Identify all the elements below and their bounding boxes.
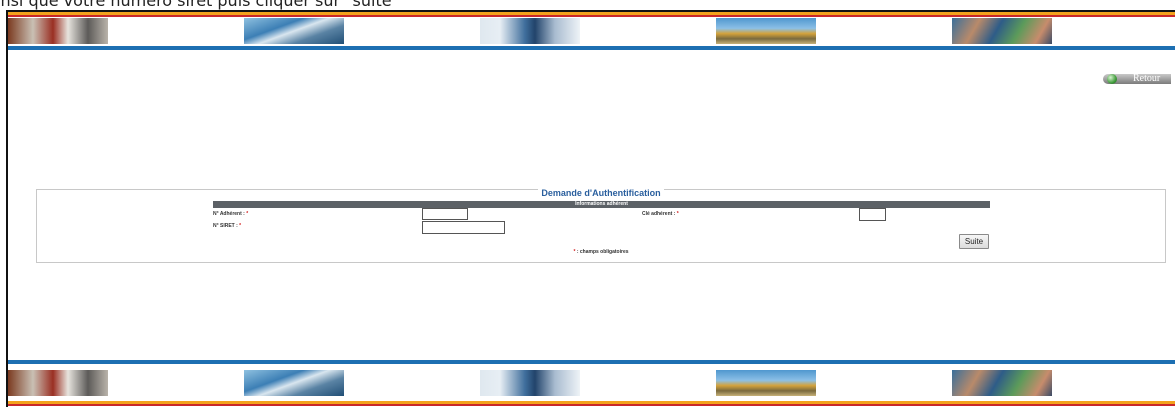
retour-button[interactable]: Retour bbox=[1103, 73, 1175, 85]
header-banner bbox=[8, 12, 1175, 50]
authentication-fieldset: Demande d'Authentification Informations … bbox=[36, 188, 1166, 263]
required-mark: * bbox=[573, 249, 576, 255]
suite-button[interactable]: Suite bbox=[959, 234, 989, 249]
siret-input[interactable] bbox=[422, 221, 505, 234]
footer-photo-factory bbox=[8, 370, 108, 396]
banner-photo-team bbox=[952, 18, 1052, 44]
cle-label: Clé adhérent : * bbox=[642, 211, 679, 217]
instruction-caption: insi que votre numéro siret puis cliquer… bbox=[0, 0, 399, 10]
footer-stripe-red bbox=[8, 404, 1175, 406]
adherent-input[interactable] bbox=[422, 208, 468, 220]
authentication-title: Demande d'Authentification bbox=[538, 188, 664, 198]
footer-photo-excavator bbox=[716, 370, 816, 396]
banner-photo-site-worker bbox=[480, 18, 580, 44]
banner-photo-excavator bbox=[716, 18, 816, 44]
footer-photo-team bbox=[952, 370, 1052, 396]
required-mark: * bbox=[676, 211, 679, 217]
siret-label: N° SIRET : * bbox=[213, 223, 242, 229]
footer-banner bbox=[8, 360, 1175, 406]
required-mark: * bbox=[246, 211, 249, 217]
banner-stripe-red bbox=[8, 15, 1175, 17]
retour-button-body: Retour bbox=[1103, 73, 1171, 84]
banner-photo-lineworker bbox=[244, 18, 344, 44]
banner-stripe-blue bbox=[8, 46, 1175, 50]
mandatory-note: * : champs obligatoires bbox=[573, 249, 629, 255]
footer-photo-site-worker bbox=[480, 370, 580, 396]
adherent-label: N° Adhérent : * bbox=[213, 211, 249, 217]
footer-photo-lineworker bbox=[244, 370, 344, 396]
globe-icon bbox=[1107, 74, 1117, 84]
section-header: Informations adhérent bbox=[213, 201, 990, 208]
banner-photo-factory bbox=[8, 18, 108, 44]
required-mark: * bbox=[239, 223, 242, 229]
cle-input[interactable] bbox=[859, 208, 886, 221]
retour-label: Retour bbox=[1133, 73, 1161, 84]
footer-stripe-blue bbox=[8, 360, 1175, 364]
